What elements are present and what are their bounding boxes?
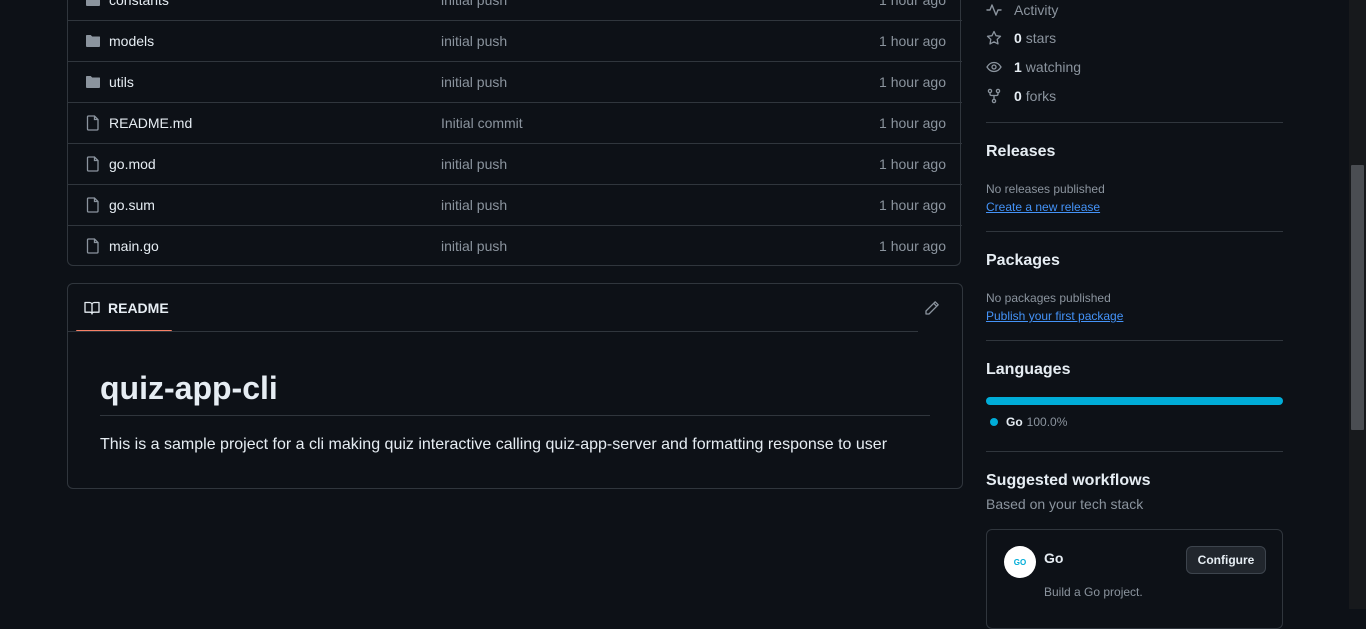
file-name[interactable]: utils xyxy=(109,74,134,90)
file-name[interactable]: go.mod xyxy=(109,156,156,172)
table-row[interactable]: go.mod initial push 1 hour ago xyxy=(68,143,962,184)
commit-message[interactable]: initial push xyxy=(441,0,507,8)
language-percent: 100.0% xyxy=(1026,415,1068,429)
create-release-link[interactable]: Create a new release xyxy=(986,200,1100,214)
divider xyxy=(986,451,1283,452)
stars-link[interactable]: 0 stars xyxy=(986,28,1056,48)
workflow-name: Go xyxy=(1044,550,1064,566)
commit-age: 1 hour ago xyxy=(879,0,946,8)
commit-message[interactable]: Initial commit xyxy=(441,115,523,131)
packages-note: No packages published xyxy=(986,291,1111,305)
file-name[interactable]: main.go xyxy=(109,238,159,254)
commit-message[interactable]: initial push xyxy=(441,74,507,90)
language-name: Go xyxy=(1006,415,1023,429)
forks-count: 0 xyxy=(1014,88,1022,104)
divider xyxy=(986,340,1283,341)
table-row[interactable]: constants initial push 1 hour ago xyxy=(68,0,962,20)
commit-age: 1 hour ago xyxy=(879,33,946,49)
book-icon xyxy=(84,300,100,316)
readme-title: quiz-app-cli xyxy=(100,370,278,406)
workflow-card: GO Go Configure Build a Go project. xyxy=(986,529,1283,629)
watching-count: 1 xyxy=(1014,59,1022,75)
language-item-go[interactable]: Go 100.0% xyxy=(986,415,1067,429)
commit-age: 1 hour ago xyxy=(879,74,946,90)
forks-link[interactable]: 0 forks xyxy=(986,86,1056,106)
file-icon xyxy=(85,156,101,172)
table-row[interactable]: go.sum initial push 1 hour ago xyxy=(68,184,962,225)
releases-note: No releases published xyxy=(986,182,1105,196)
commit-message[interactable]: initial push xyxy=(441,33,507,49)
commit-age: 1 hour ago xyxy=(879,156,946,172)
releases-heading[interactable]: Releases xyxy=(986,143,1055,161)
folder-icon xyxy=(85,33,101,49)
divider xyxy=(68,331,918,332)
file-table: constants initial push 1 hour ago models… xyxy=(67,0,962,266)
folder-icon xyxy=(85,0,101,8)
configure-button[interactable]: Configure xyxy=(1186,546,1266,574)
file-icon xyxy=(85,197,101,213)
commit-message[interactable]: initial push xyxy=(441,156,507,172)
publish-package-link[interactable]: Publish your first package xyxy=(986,309,1123,323)
activity-label: Activity xyxy=(1014,2,1059,18)
readme-text: This is a sample project for a cli makin… xyxy=(100,436,888,453)
eye-icon xyxy=(986,59,1002,75)
file-name[interactable]: models xyxy=(109,33,154,49)
file-name[interactable]: go.sum xyxy=(109,197,155,213)
divider xyxy=(986,231,1283,232)
table-row[interactable]: models initial push 1 hour ago xyxy=(68,20,962,61)
file-icon xyxy=(85,115,101,131)
pulse-icon xyxy=(986,2,1002,18)
commit-message[interactable]: initial push xyxy=(441,197,507,213)
workflow-description: Build a Go project. xyxy=(1044,585,1143,599)
commit-age: 1 hour ago xyxy=(879,115,946,131)
packages-heading[interactable]: Packages xyxy=(986,252,1060,270)
watching-label: watching xyxy=(1025,59,1082,75)
divider xyxy=(986,122,1283,123)
file-icon xyxy=(85,238,101,254)
tab-readme[interactable]: README xyxy=(76,284,172,332)
fork-icon xyxy=(986,88,1002,104)
go-logo: GO xyxy=(1004,546,1036,578)
pencil-icon[interactable] xyxy=(924,300,940,316)
workflows-heading: Suggested workflows xyxy=(986,472,1151,489)
star-icon xyxy=(986,30,1002,46)
divider xyxy=(100,415,930,416)
table-row[interactable]: README.md Initial commit 1 hour ago xyxy=(68,102,962,143)
stars-label: stars xyxy=(1025,30,1057,46)
watching-link[interactable]: 1 watching xyxy=(986,57,1081,77)
folder-icon xyxy=(85,74,101,90)
languages-heading: Languages xyxy=(986,361,1071,378)
commit-age: 1 hour ago xyxy=(879,197,946,213)
scrollbar-thumb[interactable] xyxy=(1351,165,1364,430)
workflows-subheading: Based on your tech stack xyxy=(986,496,1144,512)
readme-panel: README quiz-app-cli This is a sample pro… xyxy=(67,283,963,489)
file-name[interactable]: README.md xyxy=(109,115,192,131)
stars-count: 0 xyxy=(1014,30,1022,46)
readme-tab-label: README xyxy=(108,300,169,316)
forks-label: forks xyxy=(1025,88,1057,104)
commit-message[interactable]: initial push xyxy=(441,238,507,254)
table-row[interactable]: utils initial push 1 hour ago xyxy=(68,61,962,102)
language-bar[interactable] xyxy=(986,397,1283,405)
language-color-dot xyxy=(990,418,998,426)
activity-link[interactable]: Activity xyxy=(986,0,1058,20)
file-name[interactable]: constants xyxy=(109,0,169,8)
table-row[interactable]: main.go initial push 1 hour ago xyxy=(68,225,962,266)
commit-age: 1 hour ago xyxy=(879,238,946,254)
